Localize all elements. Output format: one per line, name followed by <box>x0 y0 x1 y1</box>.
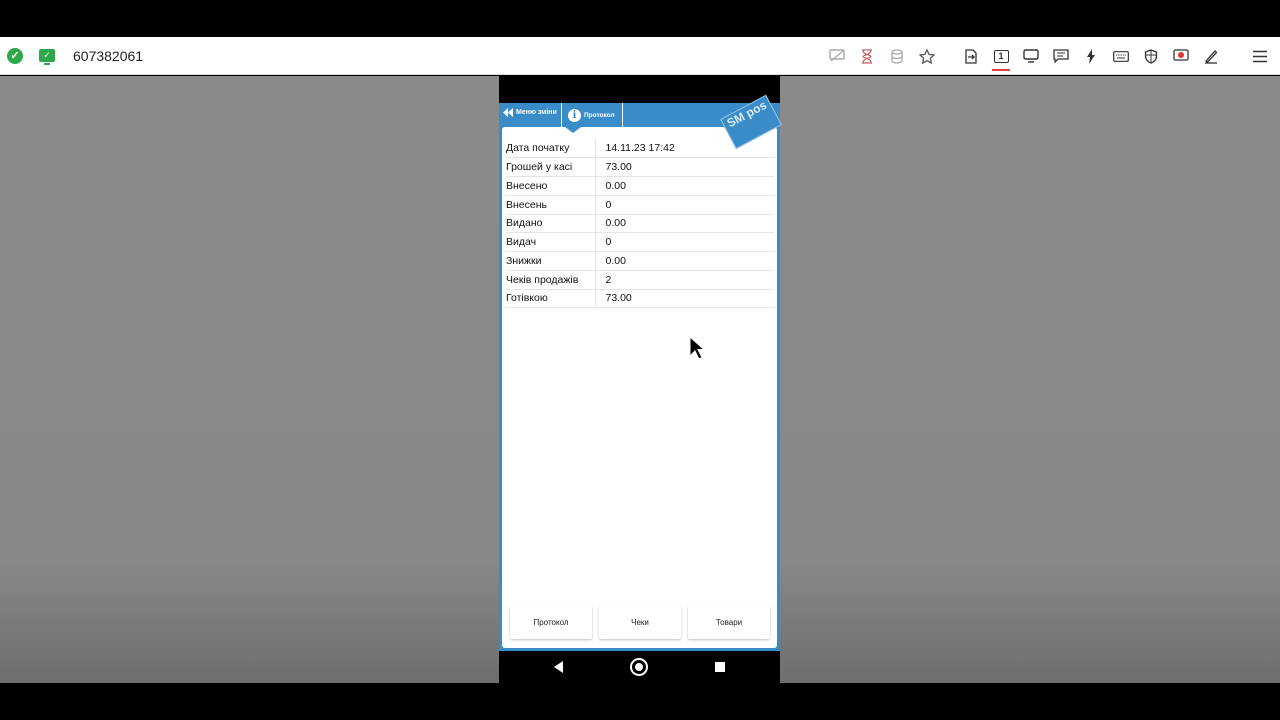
connection-ok-icon: ✓ <box>7 47 23 64</box>
receipts-button[interactable]: Чеки <box>599 605 681 639</box>
database-icon[interactable] <box>882 37 912 75</box>
shift-menu-button[interactable]: Меню зміни <box>503 108 557 117</box>
shield-icon[interactable] <box>1136 37 1166 75</box>
table-row: Грошей у касі 73.00 <box>506 157 774 177</box>
menu-icon[interactable] <box>1240 37 1280 75</box>
transfer-icon[interactable] <box>956 37 986 75</box>
row-label: Готівкою <box>506 289 596 309</box>
table-row: Чеків продажів 2 <box>506 270 774 290</box>
shift-menu-label: Меню зміни <box>516 109 557 116</box>
double-chevron-left-icon <box>503 108 513 117</box>
protocol-panel: Дата початку 14.11.23 17:42 Грошей у касі 7… <box>502 127 777 648</box>
phone-screen[interactable]: Меню зміни i Протокол SM pos Дата початк… <box>499 76 782 683</box>
tab-protocol[interactable]: i Протокол <box>561 103 623 127</box>
remote-toolbar: ✓ ✓ 607382061 1 <box>0 37 1280 75</box>
protocol-button[interactable]: Протокол <box>510 605 592 639</box>
keyboard-icon[interactable] <box>1106 37 1136 75</box>
display-icon[interactable] <box>1016 37 1046 75</box>
bottom-letterbox <box>0 683 1280 720</box>
favorite-icon[interactable] <box>912 37 942 75</box>
row-value: 0 <box>595 195 774 215</box>
bottom-buttons: Протокол Чеки Товари <box>510 605 770 639</box>
shift-info-table: Дата початку 14.11.23 17:42 Грошей у касі 7… <box>506 139 774 309</box>
goods-button[interactable]: Товари <box>688 605 770 639</box>
row-label: Внесено <box>506 176 596 196</box>
monitor-1-icon[interactable]: 1 <box>986 37 1016 75</box>
table-row: Готівкою 73.00 <box>506 289 774 309</box>
top-letterbox <box>0 0 1280 37</box>
row-label: Внесень <box>506 195 596 215</box>
tab-indicator <box>565 127 581 133</box>
row-label: Чеків продажів <box>506 270 596 290</box>
chat-icon[interactable] <box>1046 37 1076 75</box>
quick-action-icon[interactable] <box>1076 37 1106 75</box>
draw-icon[interactable] <box>1196 37 1226 75</box>
table-row: Видач 0 <box>506 232 774 252</box>
row-label: Видано <box>506 214 596 234</box>
row-label: Дата початку <box>506 139 596 159</box>
pos-app: Меню зміни i Протокол SM pos Дата початк… <box>499 94 782 651</box>
row-value: 0.00 <box>595 176 774 196</box>
home-icon[interactable] <box>630 658 648 676</box>
session-id: 607382061 <box>73 47 144 64</box>
remote-screen[interactable]: Меню зміни i Протокол SM pos Дата початк… <box>0 76 1280 683</box>
hide-screen-icon[interactable] <box>822 37 852 75</box>
back-icon[interactable] <box>554 661 563 673</box>
remote-monitor-icon: ✓ <box>39 49 55 65</box>
row-value: 0 <box>595 232 774 252</box>
row-value: 2 <box>595 270 774 290</box>
table-row: Видано 0.00 <box>506 214 774 234</box>
row-value: 73.00 <box>595 157 774 177</box>
timer-icon[interactable] <box>852 37 882 75</box>
row-value: 73.00 <box>595 289 774 309</box>
record-icon[interactable] <box>1166 37 1196 75</box>
row-label: Видач <box>506 232 596 252</box>
tab-protocol-label: Протокол <box>584 111 615 119</box>
android-navbar <box>499 651 780 683</box>
table-row: Внесень 0 <box>506 195 774 215</box>
table-row: Внесено 0.00 <box>506 176 774 196</box>
info-icon: i <box>568 108 581 122</box>
row-value: 0.00 <box>595 251 774 271</box>
row-label: Грошей у касі <box>506 157 596 177</box>
row-label: Знижки <box>506 251 596 271</box>
table-row: Знижки 0.00 <box>506 251 774 271</box>
recent-apps-icon[interactable] <box>715 662 725 672</box>
row-value: 0.00 <box>595 214 774 234</box>
